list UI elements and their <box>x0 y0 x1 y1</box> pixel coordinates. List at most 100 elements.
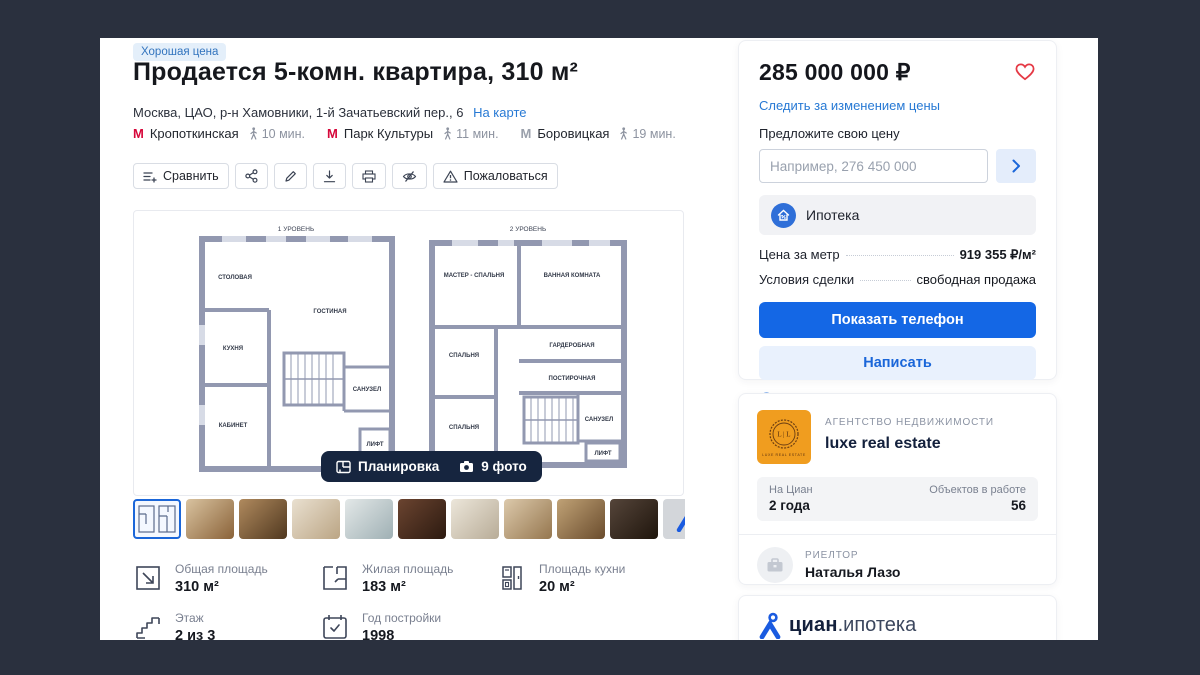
property-facts: Общая площадь310 м² Жилая площадь183 м² … <box>133 562 625 640</box>
share-button[interactable] <box>235 163 268 189</box>
walking-icon <box>443 127 452 140</box>
fact-living-area: Жилая площадь183 м² <box>320 562 497 595</box>
metro-icon: М <box>327 126 338 141</box>
mortgage-banner[interactable]: Ипотека <box>759 195 1036 235</box>
agency-name: luxe real estate <box>825 435 994 453</box>
svg-text:ЛИФТ: ЛИФТ <box>594 451 611 457</box>
offer-card: 285 000 000 ₽ Следить за изменением цены… <box>738 40 1057 380</box>
share-icon <box>245 169 258 183</box>
thumb-photo[interactable] <box>239 499 287 539</box>
address-row: Москва, ЦАО, р-н Хамовники, 1-й Зачатьев… <box>133 105 526 120</box>
compare-button[interactable]: Сравнить <box>133 163 229 189</box>
svg-text:1 УРОВЕНЬ: 1 УРОВЕНЬ <box>278 226 314 233</box>
thumb-photo[interactable] <box>398 499 446 539</box>
svg-text:САНУЗЕЛ: САНУЗЕЛ <box>585 417 614 423</box>
svg-text:КУХНЯ: КУХНЯ <box>223 346 243 352</box>
floorplan-icon <box>336 460 351 474</box>
map-link[interactable]: На карте <box>473 105 526 120</box>
camera-icon <box>459 460 474 473</box>
calendar-check-icon <box>320 612 350 640</box>
show-phone-button[interactable]: Показать телефон <box>759 302 1036 338</box>
viewport: Хорошая цена Продается 5-комн. квартира,… <box>0 0 1200 675</box>
submit-offer-button[interactable] <box>996 149 1036 183</box>
svg-text:СТОЛОВАЯ: СТОЛОВАЯ <box>218 275 252 281</box>
offer-price-input[interactable] <box>759 149 988 183</box>
walk-time: 10 мин. <box>249 127 305 141</box>
agency-category: АГЕНТСТВО НЕДВИЖИМОСТИ <box>825 417 994 428</box>
hide-icon <box>402 170 417 183</box>
thumb-photo[interactable] <box>451 499 499 539</box>
warning-icon <box>443 170 458 183</box>
price-watch-link[interactable]: Следить за изменением цены <box>759 98 1036 113</box>
listing-page: Хорошая цена Продается 5-комн. квартира,… <box>100 38 1098 640</box>
metro-station-link[interactable]: Кропоткинская <box>150 126 239 141</box>
svg-text:LUXE REAL ESTATE: LUXE REAL ESTATE <box>762 453 806 457</box>
favorite-button[interactable] <box>1014 61 1036 86</box>
thumb-photo[interactable] <box>557 499 605 539</box>
cian-mortgage-card: циан.ипотека <box>738 595 1057 640</box>
thumb-photo[interactable] <box>610 499 658 539</box>
realtor-link[interactable]: РИЕЛТОР Наталья Лазо <box>757 547 1038 583</box>
actions-toolbar: Сравнить Пожалов <box>133 163 558 189</box>
download-button[interactable] <box>313 163 346 189</box>
metro-row: М Кропоткинская 10 мин. М Парк Культуры … <box>133 126 676 141</box>
metro-station-link[interactable]: Парк Культуры <box>344 126 433 141</box>
meta-row: Условия сделки свободная продажа <box>759 272 1036 287</box>
listing-main: Хорошая цена Продается 5-комн. квартира,… <box>133 38 685 640</box>
hide-button[interactable] <box>392 163 427 189</box>
complain-button[interactable]: Пожаловаться <box>433 163 558 189</box>
agency-link[interactable]: L | L LUXE REAL ESTATE АГЕНТСТВО НЕДВИЖИМ… <box>757 410 1038 464</box>
svg-text:L | L: L | L <box>777 431 790 439</box>
cian-mortgage-banner[interactable]: циан.ипотека <box>759 612 1036 639</box>
photos-tab[interactable]: 9 фото <box>459 459 526 474</box>
gallery-main-image[interactable]: 1 УРОВЕНЬ 2 УРОВЕНЬ <box>133 210 684 496</box>
deal-meta: Цена за метр 919 355 ₽/м² Условия сделки… <box>759 247 1036 287</box>
walking-icon <box>619 127 628 140</box>
cian-logo-icon <box>759 612 781 639</box>
thumb-floorplan-selected[interactable] <box>133 499 181 539</box>
fact-total-area: Общая площадь310 м² <box>133 562 320 595</box>
address: Москва, ЦАО, р-н Хамовники, 1-й Зачатьев… <box>133 105 463 120</box>
metro-station: М Кропоткинская 10 мин. <box>133 126 305 141</box>
agency-logo: L | L LUXE REAL ESTATE <box>757 410 811 464</box>
svg-text:ГОСТИНАЯ: ГОСТИНАЯ <box>313 309 346 315</box>
compare-list-icon <box>143 170 157 183</box>
floor-plan: 1 УРОВЕНЬ 2 УРОВЕНЬ <box>134 217 683 489</box>
metro-station: М Боровицкая 19 мин. <box>521 126 676 141</box>
svg-text:2 УРОВЕНЬ: 2 УРОВЕНЬ <box>510 226 546 233</box>
thumb-photo[interactable] <box>292 499 340 539</box>
briefcase-icon <box>766 557 784 573</box>
write-message-button[interactable]: Написать <box>759 346 1036 380</box>
brand-product: .ипотека <box>838 614 917 636</box>
agency-stats: На Циан 2 года Объектов в работе 56 <box>757 477 1038 521</box>
area-expand-icon <box>133 563 163 593</box>
brand-name: циан <box>789 614 838 636</box>
edit-button[interactable] <box>274 163 307 189</box>
heart-icon <box>1014 61 1036 81</box>
svg-text:ЛИФТ: ЛИФТ <box>366 442 383 448</box>
realtor-name: Наталья Лазо <box>805 564 900 580</box>
thumb-photo[interactable] <box>345 499 393 539</box>
print-button[interactable] <box>352 163 386 189</box>
thumb-more[interactable] <box>663 499 685 539</box>
download-icon <box>323 170 336 183</box>
metro-station: М Парк Культуры 11 мин. <box>327 126 499 141</box>
mortgage-label: Ипотека <box>806 207 859 223</box>
chevron-right-icon <box>1012 159 1021 173</box>
meta-row: Цена за метр 919 355 ₽/м² <box>759 247 1036 263</box>
walk-time: 19 мин. <box>619 127 675 141</box>
svg-text:КАБИНЕТ: КАБИНЕТ <box>219 423 248 429</box>
thumb-photo[interactable] <box>186 499 234 539</box>
svg-text:ВАННАЯ КОМНАТА: ВАННАЯ КОМНАТА <box>544 273 601 279</box>
metro-station-link[interactable]: Боровицкая <box>537 126 609 141</box>
fact-kitchen-area: Площадь кухни20 м² <box>497 562 625 595</box>
agency-card: L | L LUXE REAL ESTATE АГЕНТСТВО НЕДВИЖИМ… <box>738 393 1057 585</box>
svg-text:ГАРДЕРОБНАЯ: ГАРДЕРОБНАЯ <box>549 343 594 349</box>
print-icon <box>362 170 376 183</box>
mini-floorplan-icon <box>137 504 177 534</box>
propose-price-label: Предложите свою цену <box>759 126 1036 141</box>
walk-time: 11 мин. <box>443 127 498 141</box>
plan-tab[interactable]: Планировка <box>336 459 439 474</box>
thumb-photo[interactable] <box>504 499 552 539</box>
walking-icon <box>249 127 258 140</box>
